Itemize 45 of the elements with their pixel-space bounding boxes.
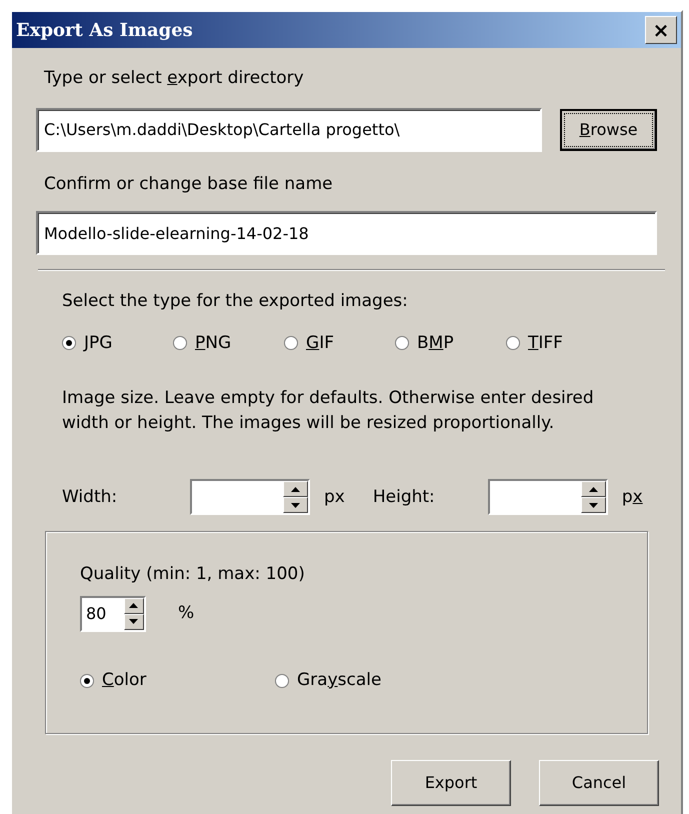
- format-radio[interactable]: JPG: [62, 330, 173, 356]
- section-label: Select the type for the exported images:: [62, 290, 409, 313]
- down-arrow-icon: [291, 502, 300, 508]
- color-mode-radio[interactable]: Color: [80, 668, 275, 694]
- dialog-button[interactable]: Cancel: [539, 760, 659, 806]
- radio-circle[interactable]: [284, 336, 298, 350]
- radio-circle[interactable]: [395, 336, 409, 350]
- quality-spinner[interactable]: 80: [80, 596, 146, 632]
- close-button[interactable]: ×: [645, 16, 677, 44]
- dialog-button[interactable]: Export: [391, 760, 511, 806]
- field-label: Confirm or change base file name: [44, 172, 334, 196]
- spin-down-button[interactable]: [581, 497, 606, 514]
- browse-button[interactable]: Browse: [560, 108, 657, 150]
- height-label: Height:: [372, 486, 436, 509]
- format-radio[interactable]: TIFF: [506, 330, 617, 356]
- radio-circle[interactable]: [275, 674, 289, 688]
- radio-circle[interactable]: [62, 336, 76, 350]
- quality-label: Quality (min: 1, max: 100): [80, 563, 306, 586]
- field-label: Type or select export directory: [44, 67, 305, 90]
- spin-down-button[interactable]: [283, 497, 308, 514]
- base-name-field[interactable]: Modello-slide-elearning-14-02-18: [36, 211, 657, 255]
- unit-label: px: [622, 486, 643, 509]
- percent-label: %: [178, 602, 194, 626]
- radio-circle[interactable]: [173, 336, 187, 350]
- up-arrow-icon: [291, 486, 300, 492]
- spin-up-button[interactable]: [581, 481, 606, 498]
- unit-label: px: [324, 486, 345, 509]
- down-arrow-icon: [589, 502, 598, 508]
- radio-circle[interactable]: [80, 674, 94, 688]
- down-arrow-icon: [129, 619, 138, 624]
- up-arrow-icon: [589, 486, 598, 492]
- color-mode-radio[interactable]: Grayscale: [275, 668, 470, 694]
- radio-circle[interactable]: [506, 336, 520, 350]
- spin-up-button[interactable]: [283, 481, 308, 498]
- size-note: Image size. Leave empty for defaults. Otherwise enter desired width or height. The images will be resized proportionally.: [62, 387, 595, 435]
- window-title: Export As Images: [16, 18, 193, 42]
- up-arrow-icon: [129, 603, 138, 608]
- format-radio[interactable]: GIF: [284, 330, 395, 356]
- format-radio[interactable]: BMP: [395, 330, 506, 356]
- height-spinner[interactable]: [488, 479, 608, 516]
- directory-field[interactable]: C:\Users\m.daddi\Desktop\Cartella progetto\: [36, 108, 542, 152]
- format-radio[interactable]: PNG: [173, 330, 284, 356]
- spin-up-button[interactable]: [124, 598, 144, 614]
- width-spinner[interactable]: [190, 479, 310, 516]
- width-label: Width:: [62, 486, 118, 509]
